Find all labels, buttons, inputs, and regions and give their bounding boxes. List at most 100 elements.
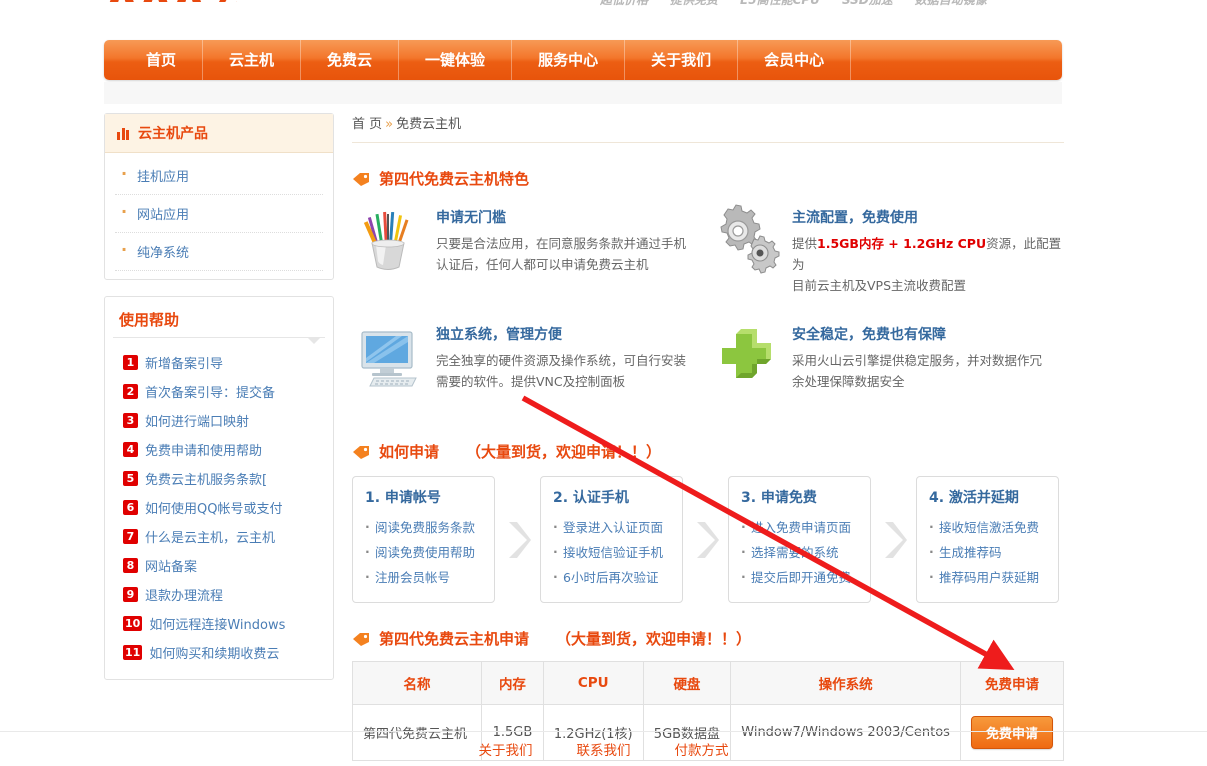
help-item-number: 9 <box>123 587 138 602</box>
howto-section-subtitle: （大量到货，欢迎申请！！） <box>466 443 662 461</box>
help-item-label: 网站备案 <box>145 560 198 575</box>
help-item-label: 如何远程连接Windows <box>149 618 286 633</box>
site-footer: 关于我们 联系我们 付款方式 <box>0 731 1207 766</box>
site-logo[interactable]: AAA云 <box>104 0 249 2</box>
feature-card-3: 独立系统，管理方便 完全独享的硬件资源及操作系统，可自行安装 需要的软件。提供V… <box>352 320 708 392</box>
th-name: 名称 <box>351 661 483 705</box>
help-item-6[interactable]: 6 如何使用QQ帐号或支付 <box>105 493 333 522</box>
sidebar-item-hosting-app[interactable]: 挂机应用 <box>115 157 323 195</box>
feature-title-4: 安全稳定，免费也有保障 <box>792 327 946 343</box>
products-panel: 云主机产品 挂机应用 网站应用 纯净系统 <box>104 113 334 280</box>
step-title-1: 1. 申请帐号 <box>365 490 441 506</box>
chevron-right-icon <box>871 476 916 603</box>
step-title-3: 3. 申请免费 <box>741 490 817 506</box>
tag-icon <box>352 632 370 646</box>
footer-link-contact[interactable]: 联系我们 <box>577 739 631 759</box>
help-item-7[interactable]: 7 什么是云主机，云主机 <box>105 522 333 551</box>
step-item: 提交后即开通免费 <box>741 564 862 590</box>
green-cross-icon <box>708 320 780 392</box>
feature-text-2-highlight: 1.5GB内存 + 1.2GHz CPU <box>817 236 987 251</box>
help-list: 1 新增备案引导 2 首次备案引导：提交备 3 如何进行端口映射 4 免费申请和… <box>105 338 333 679</box>
step-item: 选择需要的系统 <box>741 539 862 565</box>
help-item-9[interactable]: 9 退款办理流程 <box>105 580 333 609</box>
products-list: 挂机应用 网站应用 纯净系统 <box>105 153 333 279</box>
step-item: 接收短信激活免费 <box>929 514 1050 540</box>
sidebar: 云主机产品 挂机应用 网站应用 纯净系统 使用帮助 1 新增备案引导 2 首次 <box>104 113 334 680</box>
step-card-4: 4. 激活并延期 接收短信激活免费 生成推荐码 推荐码用户获延期 <box>916 476 1059 603</box>
help-item-number: 1 <box>123 355 138 370</box>
feature-text-4: 采用火山云引擎提供稳定服务，并对数据作冗 余处理保障数据安全 <box>792 350 1042 392</box>
th-os: 操作系统 <box>730 661 961 705</box>
feature-body-3: 独立系统，管理方便 完全独享的硬件资源及操作系统，可自行安装 需要的软件。提供V… <box>436 320 686 392</box>
help-item-5[interactable]: 5 免费云主机服务条款[ <box>105 464 333 493</box>
howto-section-header: 如何申请 （大量到货，欢迎申请！！） <box>352 441 1064 462</box>
nav-item-about-us[interactable]: 关于我们 <box>625 40 739 80</box>
sidebar-item-clean-system[interactable]: 纯净系统 <box>115 233 323 271</box>
products-panel-title: 云主机产品 <box>138 126 208 142</box>
help-item-number: 10 <box>123 616 143 631</box>
tagline-item-0: 超低价格 <box>600 0 648 6</box>
step-item: 接收短信验证手机 <box>553 539 674 565</box>
feature-text-3: 完全独享的硬件资源及操作系统，可自行安装 需要的软件。提供VNC及控制面板 <box>436 350 686 392</box>
step-card-1: 1. 申请帐号 阅读免费服务条款 阅读免费使用帮助 注册会员帐号 <box>352 476 495 603</box>
help-item-3[interactable]: 3 如何进行端口映射 <box>105 406 333 435</box>
help-panel-title: 使用帮助 <box>119 311 180 329</box>
feature-text-1-line2: 认证后，任何人都可以申请免费云主机 <box>436 257 649 272</box>
tag-icon <box>352 172 370 186</box>
feature-text-2-line2: 目前云主机及VPS主流收费配置 <box>792 278 967 293</box>
help-item-2[interactable]: 2 首次备案引导：提交备 <box>105 377 333 406</box>
step-title-4: 4. 激活并延期 <box>929 490 1019 506</box>
footer-link-payment[interactable]: 付款方式 <box>675 739 729 759</box>
help-item-label: 如何进行端口映射 <box>145 415 250 430</box>
nav-item-free-cloud[interactable]: 免费云 <box>301 40 400 80</box>
help-item-label: 新增备案引导 <box>145 357 224 372</box>
help-panel: 使用帮助 1 新增备案引导 2 首次备案引导：提交备 3 如何进行端口映射 4 <box>104 296 334 680</box>
features-section-title: 第四代免费云主机特色 <box>379 170 530 188</box>
help-item-4[interactable]: 4 免费申请和使用帮助 <box>105 435 333 464</box>
help-item-number: 2 <box>123 384 138 399</box>
help-item-number: 3 <box>123 413 138 428</box>
step-title-2: 2. 认证手机 <box>553 490 629 506</box>
step-card-2: 2. 认证手机 登录进入认证页面 接收短信验证手机 6小时后再次验证 <box>540 476 683 603</box>
page-root: AAA云 超低价格 提供免费 E5高性能CPU SSD加速 数据自动镜像 首页 云主机 … <box>0 0 1207 766</box>
feature-body-2: 主流配置，免费使用 提供1.5GB内存 + 1.2GHz CPU资源，此配置为 … <box>792 203 1064 296</box>
table-header-row: 名称 内存 CPU 硬盘 操作系统 免费申请 <box>351 661 1065 705</box>
breadcrumb-current: 免费云主机 <box>396 117 462 132</box>
site-header: AAA云 超低价格 提供免费 E5高性能CPU SSD加速 数据自动镜像 <box>0 0 1207 38</box>
feature-card-1: 申请无门槛 只要是合法应用，在同意服务条款并通过手机 认证后，任何人都可以申请免… <box>352 203 708 296</box>
help-item-8[interactable]: 8 网站备案 <box>105 551 333 580</box>
nav-item-member-center[interactable]: 会员中心 <box>738 40 852 80</box>
nav-item-one-click-trial[interactable]: 一键体验 <box>399 40 513 80</box>
help-item-10[interactable]: 10 如何远程连接Windows <box>105 609 333 638</box>
sidebar-item-website-app[interactable]: 网站应用 <box>115 195 323 233</box>
feature-card-2: 主流配置，免费使用 提供1.5GB内存 + 1.2GHz CPU资源，此配置为 … <box>708 203 1064 296</box>
step-item: 登录进入认证页面 <box>553 514 674 540</box>
nav-item-home[interactable]: 首页 <box>120 40 204 80</box>
footer-link-about[interactable]: 关于我们 <box>479 739 533 759</box>
howto-section-title: 如何申请 <box>379 443 440 461</box>
feature-text-4-line1: 采用火山云引擎提供稳定服务，并对数据作冗 <box>792 353 1043 368</box>
breadcrumb-home[interactable]: 首 页 <box>352 117 382 132</box>
help-item-1[interactable]: 1 新增备案引导 <box>105 348 333 377</box>
step-item: 注册会员帐号 <box>365 564 486 590</box>
feature-body-1: 申请无门槛 只要是合法应用，在同意服务条款并通过手机 认证后，任何人都可以申请免… <box>436 203 686 296</box>
nav-item-service-center[interactable]: 服务中心 <box>512 40 626 80</box>
feature-text-1-line1: 只要是合法应用，在同意服务条款并通过手机 <box>436 236 687 251</box>
tagline-item-3: SSD加速 <box>842 0 893 6</box>
help-item-number: 11 <box>123 645 143 660</box>
help-item-label: 退款办理流程 <box>145 589 224 604</box>
steps-container: 1. 申请帐号 阅读免费服务条款 阅读免费使用帮助 注册会员帐号 2. 认证手机… <box>352 476 1064 603</box>
chevron-right-icon <box>495 476 540 603</box>
feature-title-2: 主流配置，免费使用 <box>792 210 918 226</box>
th-cpu: CPU <box>542 661 644 705</box>
tagline-item-2: E5高性能CPU <box>740 0 820 6</box>
step-item: 6小时后再次验证 <box>553 564 674 590</box>
main-content: 首 页» 免费云主机 第四代免费云主机特色 申请无门槛 只要是合法应用，在同意服… <box>351 113 1065 766</box>
step-item: 生成推荐码 <box>929 539 1050 565</box>
th-disk: 硬盘 <box>642 661 732 705</box>
help-item-label: 如何购买和续期收费云 <box>149 647 280 662</box>
help-item-number: 6 <box>123 500 138 515</box>
help-item-11[interactable]: 11 如何购买和续期收费云 <box>105 638 333 667</box>
nav-item-cloud-host[interactable]: 云主机 <box>203 40 302 80</box>
monitor-icon <box>352 320 424 392</box>
